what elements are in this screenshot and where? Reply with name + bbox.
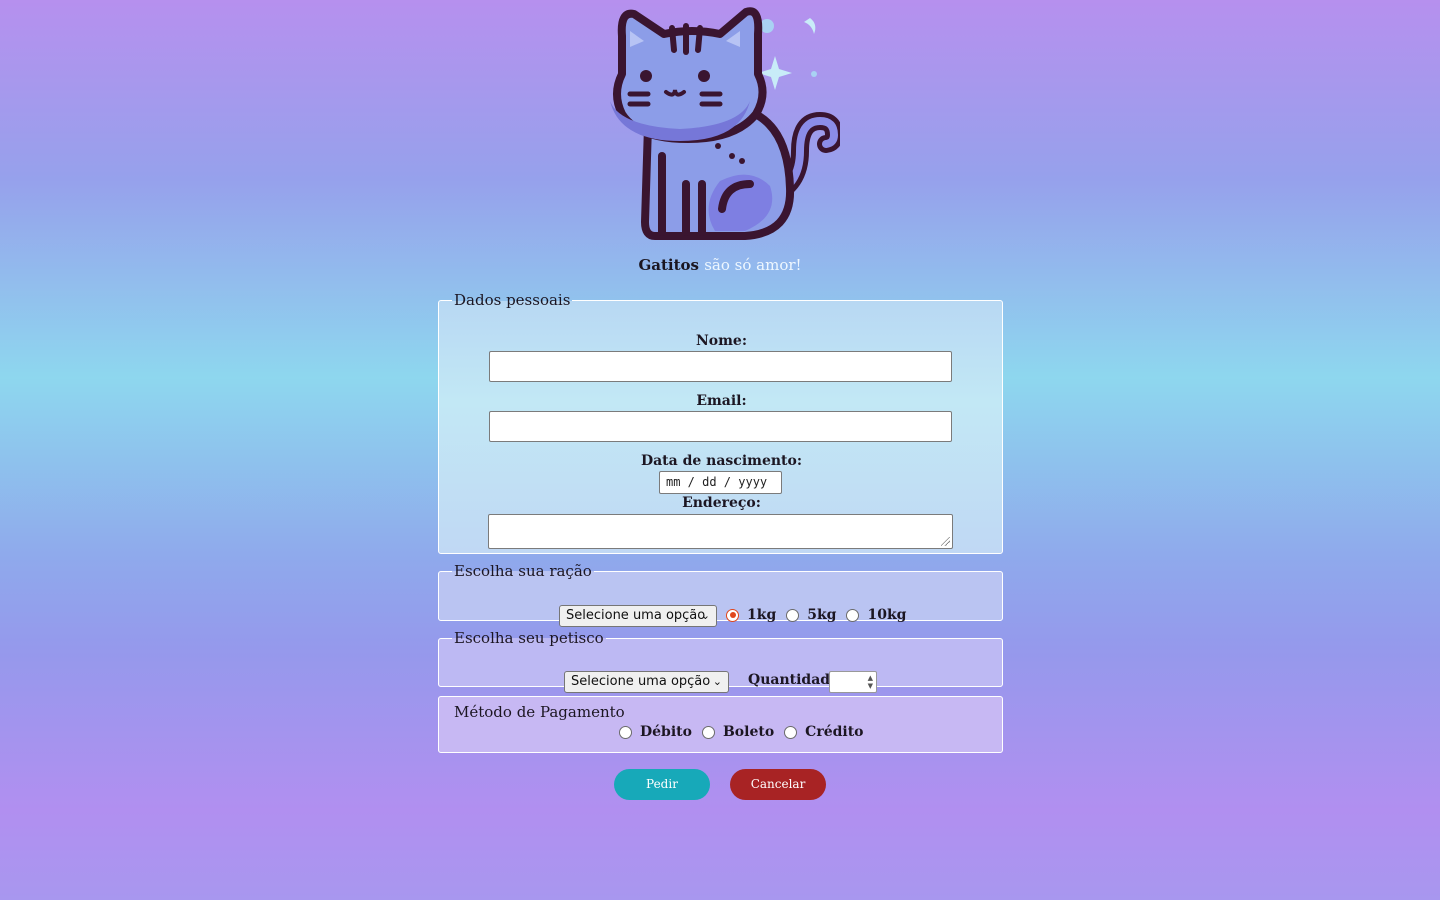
treat-legend: Escolha seu petisco [454,629,604,647]
personal-data-legend: Dados pessoais [454,291,571,309]
birth-date-input[interactable]: mm / dd / yyyy [659,471,782,494]
food-legend: Escolha sua ração [454,562,592,580]
chevron-down-icon: ⌄ [712,675,722,688]
tagline-accent: são só amor! [704,256,802,274]
radio-1kg-label: 1kg [747,607,777,623]
treat-fieldset: Escolha seu petisco Selecione uma opção … [438,629,1003,693]
quantity-stepper[interactable]: ▲ ▼ [829,671,877,693]
spin-arrows-icon[interactable]: ▲ ▼ [868,674,873,690]
quantity-label: Quantidade [748,672,839,688]
name-input[interactable] [489,351,952,382]
radio-boleto[interactable] [701,725,715,739]
birth-date-label: Data de nascimento: [640,453,803,469]
radio-boleto-label: Boleto [722,724,775,740]
radio-10kg[interactable] [846,608,860,622]
chevron-down-icon: ⌄ [700,609,710,622]
personal-data-fieldset: Dados pessoais Nome: Email: Data de nasc… [438,291,1003,554]
name-label: Nome: [695,333,748,349]
address-label: Endereço: [682,495,761,511]
payment-method-group: Débito Boleto Crédito [619,724,874,740]
radio-credito[interactable] [784,725,798,739]
address-textarea[interactable] [488,514,953,549]
page: Gatitos são só amor! Dados pessoais Nome… [0,0,1440,900]
tagline-prefix: Gatitos [638,256,699,274]
cat-logo-icon [610,7,840,240]
cancel-button[interactable]: Cancelar [730,769,826,800]
tagline: Gatitos são só amor! [0,256,1440,274]
treat-select-value: Selecione uma opção [571,674,711,689]
radio-10kg-label: 10kg [867,607,907,623]
food-select-value: Selecione uma opção [566,608,706,623]
radio-5kg-label: 5kg [807,607,837,623]
food-select[interactable]: Selecione uma opção ⌄ [559,605,717,627]
radio-debito-label: Débito [640,724,692,740]
email-input[interactable] [489,411,952,442]
payment-legend: Método de Pagamento [454,703,625,721]
radio-credito-label: Crédito [805,724,864,740]
radio-1kg[interactable] [726,608,739,622]
radio-debito[interactable] [619,725,632,739]
email-label: Email: [696,393,747,409]
resize-grip-icon[interactable] [941,537,950,546]
radio-5kg[interactable] [786,608,800,622]
food-fieldset: Escolha sua ração Selecione uma opção ⌄ … [438,562,1003,627]
treat-select[interactable]: Selecione uma opção ⌄ [564,671,729,693]
submit-button[interactable]: Pedir [614,769,710,800]
food-size-group: 1kg 5kg 10kg [726,607,916,623]
payment-fieldset: Método de Pagamento Débito Boleto Crédit… [438,696,1003,753]
